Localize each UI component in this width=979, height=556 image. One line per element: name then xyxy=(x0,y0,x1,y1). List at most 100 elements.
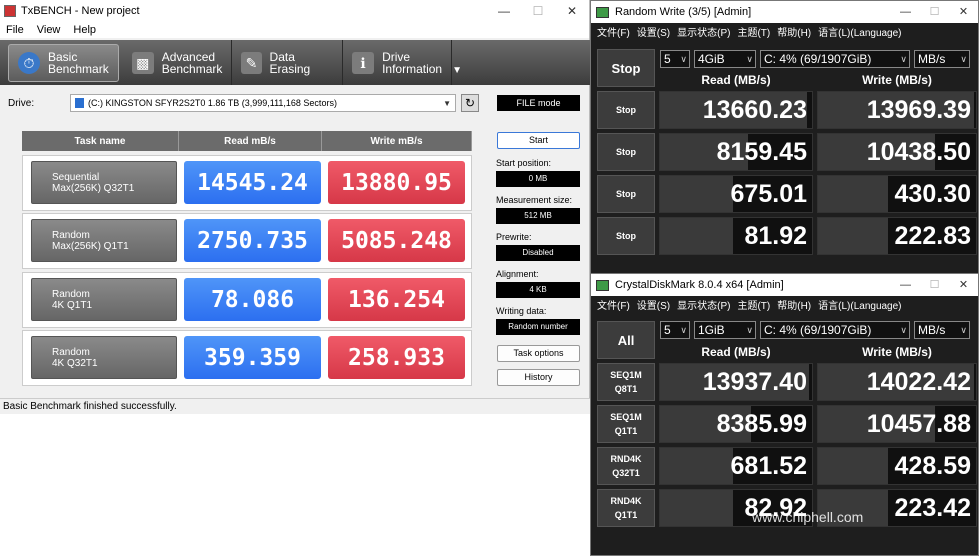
minimize-button[interactable]: — xyxy=(891,275,920,295)
tab-label-l2: Information xyxy=(382,61,443,76)
menu-display[interactable]: 显示状态(P) xyxy=(677,297,730,312)
prewrite-value[interactable]: Disabled xyxy=(496,245,580,261)
read-level-bar xyxy=(660,448,733,484)
refresh-button[interactable]: ↻ xyxy=(461,94,479,112)
header-write: Write mB/s xyxy=(322,131,472,151)
read-value: 8385.99 xyxy=(659,405,813,443)
write-number: 430.30 xyxy=(894,179,971,208)
task-line1: Sequential xyxy=(52,172,100,183)
stop-button[interactable]: Stop xyxy=(597,133,655,171)
tab-label-l2: Benchmark xyxy=(48,61,109,76)
test-button-seq1m-q1t1[interactable]: SEQ1M Q1T1 xyxy=(597,405,655,443)
chevron-down-icon: ∨ xyxy=(960,325,967,335)
write-value: 136.254 xyxy=(328,278,465,321)
menu-help[interactable]: 帮助(H) xyxy=(777,24,811,39)
drive-select[interactable]: C: 4% (69/1907GiB) ∨ xyxy=(760,321,910,339)
task-button[interactable]: Sequential Max(256K) Q32T1 xyxy=(31,161,177,204)
write-number: 222.83 xyxy=(894,221,971,250)
read-value: 2750.735 xyxy=(184,219,321,262)
menu-settings[interactable]: 设置(S) xyxy=(637,24,670,39)
eraser-icon: ✎ xyxy=(241,51,262,74)
menu-help[interactable]: 帮助(H) xyxy=(777,297,811,312)
maximize-button[interactable]: ☐ xyxy=(920,2,949,22)
txbench-window: TxBENCH - New project — ☐ ✕ File View He… xyxy=(0,0,590,414)
tab-data-erasing[interactable]: ✎ Data Erasing xyxy=(232,40,344,85)
read-value: 78.086 xyxy=(184,278,321,321)
read-value: 14545.24 xyxy=(184,161,321,204)
unit-select[interactable]: MB/s ∨ xyxy=(914,50,970,68)
history-button[interactable]: History xyxy=(497,369,580,386)
test-button-seq1m-q8t1[interactable]: SEQ1M Q8T1 xyxy=(597,363,655,401)
alignment-label: Alignment: xyxy=(496,269,539,279)
menu-language[interactable]: 语言(L)(Language) xyxy=(818,297,901,312)
size-select[interactable]: 1GiB ∨ xyxy=(694,321,756,339)
task-options-button[interactable]: Task options xyxy=(497,345,580,362)
tab-basic-benchmark[interactable]: ⏱ Basic Benchmark xyxy=(8,43,119,82)
menu-theme[interactable]: 主题(T) xyxy=(737,297,770,312)
minimize-button[interactable]: — xyxy=(487,1,521,21)
read-value: 13660.23 xyxy=(659,91,813,129)
menu-display[interactable]: 显示状态(P) xyxy=(677,24,730,39)
start-position-value[interactable]: 0 MB xyxy=(496,171,580,187)
count-select[interactable]: 5 ∨ xyxy=(660,321,690,339)
menu-settings[interactable]: 设置(S) xyxy=(637,297,670,312)
size-select[interactable]: 4GiB ∨ xyxy=(694,50,756,68)
unit-select[interactable]: MB/s ∨ xyxy=(914,321,970,339)
close-button[interactable]: ✕ xyxy=(555,1,589,21)
task-button[interactable]: Random Max(256K) Q1T1 xyxy=(31,219,177,262)
write-value: 10457.88 xyxy=(817,405,977,443)
chevron-down-icon: ∨ xyxy=(960,54,967,64)
test-button-rnd4k-q32t1[interactable]: RND4K Q32T1 xyxy=(597,447,655,485)
stop-button[interactable]: Stop xyxy=(597,217,655,255)
status-bar: Basic Benchmark finished successfully. xyxy=(0,398,590,414)
task-line2: 4K Q1T1 xyxy=(52,300,93,311)
test-button-rnd4k-q1t1[interactable]: RND4K Q1T1 xyxy=(597,489,655,527)
maximize-button[interactable]: ☐ xyxy=(920,275,949,295)
menu-help[interactable]: Help xyxy=(73,24,96,36)
start-button[interactable]: Start xyxy=(497,132,580,149)
all-button[interactable]: All xyxy=(597,321,655,359)
drive-select[interactable]: (C:) KINGSTON SFYR2S2T0 1.86 TB (3,999,1… xyxy=(70,94,456,112)
alignment-value[interactable]: 4 KB xyxy=(496,282,580,298)
result-row: Random 4K Q32T1 359.359 258.933 xyxy=(22,330,472,386)
menu-view[interactable]: View xyxy=(37,24,61,36)
nav-more-arrow-icon[interactable]: ▼ xyxy=(452,65,462,76)
menu-file[interactable]: File xyxy=(6,24,24,36)
maximize-button[interactable]: ☐ xyxy=(521,1,555,21)
measurement-size-value[interactable]: 512 MB xyxy=(496,208,580,224)
count-select[interactable]: 5 ∨ xyxy=(660,50,690,68)
write-number: 223.42 xyxy=(894,493,971,522)
write-level-bar xyxy=(818,176,888,212)
tab-drive-information[interactable]: ℹ Drive Information xyxy=(343,40,453,85)
task-button[interactable]: Random 4K Q1T1 xyxy=(31,278,177,321)
header-task: Task name xyxy=(22,131,179,151)
write-value: 14022.42 xyxy=(817,363,977,401)
minimize-button[interactable]: — xyxy=(891,2,920,22)
read-number: 8385.99 xyxy=(716,409,807,438)
stop-button[interactable]: Stop xyxy=(597,91,655,129)
menu-language[interactable]: 语言(L)(Language) xyxy=(818,24,901,39)
count-value: 5 xyxy=(664,52,671,66)
menu-file[interactable]: 文件(F) xyxy=(597,24,630,39)
stopwatch-icon: ⏱ xyxy=(18,51,40,74)
tab-label-l1: Data Erasing xyxy=(269,49,311,76)
task-button[interactable]: Random 4K Q32T1 xyxy=(31,336,177,379)
cdm-top-menubar: 文件(F) 设置(S) 显示状态(P) 主题(T) 帮助(H) 语言(L)(La… xyxy=(591,23,978,40)
menu-file[interactable]: 文件(F) xyxy=(597,297,630,312)
stop-all-button[interactable]: Stop xyxy=(597,49,655,87)
count-value: 5 xyxy=(664,323,671,337)
results-header: Task name Read mB/s Write mB/s xyxy=(22,131,472,151)
tab-advanced-benchmark[interactable]: ▩ Advanced Benchmark xyxy=(123,40,233,85)
read-value: 13937.40 xyxy=(659,363,813,401)
start-position-label: Start position: xyxy=(496,158,552,168)
writing-data-value[interactable]: Random number xyxy=(496,319,580,335)
task-line1: Random xyxy=(52,230,90,241)
close-button[interactable]: ✕ xyxy=(949,275,978,295)
write-value: 222.83 xyxy=(817,217,977,255)
measurement-size-label: Measurement size: xyxy=(496,195,573,205)
stop-button[interactable]: Stop xyxy=(597,175,655,213)
close-button[interactable]: ✕ xyxy=(949,2,978,22)
menu-theme[interactable]: 主题(T) xyxy=(737,24,770,39)
result-row: Random Max(256K) Q1T1 2750.735 5085.248 xyxy=(22,213,472,269)
drive-select[interactable]: C: 4% (69/1907GiB) ∨ xyxy=(760,50,910,68)
